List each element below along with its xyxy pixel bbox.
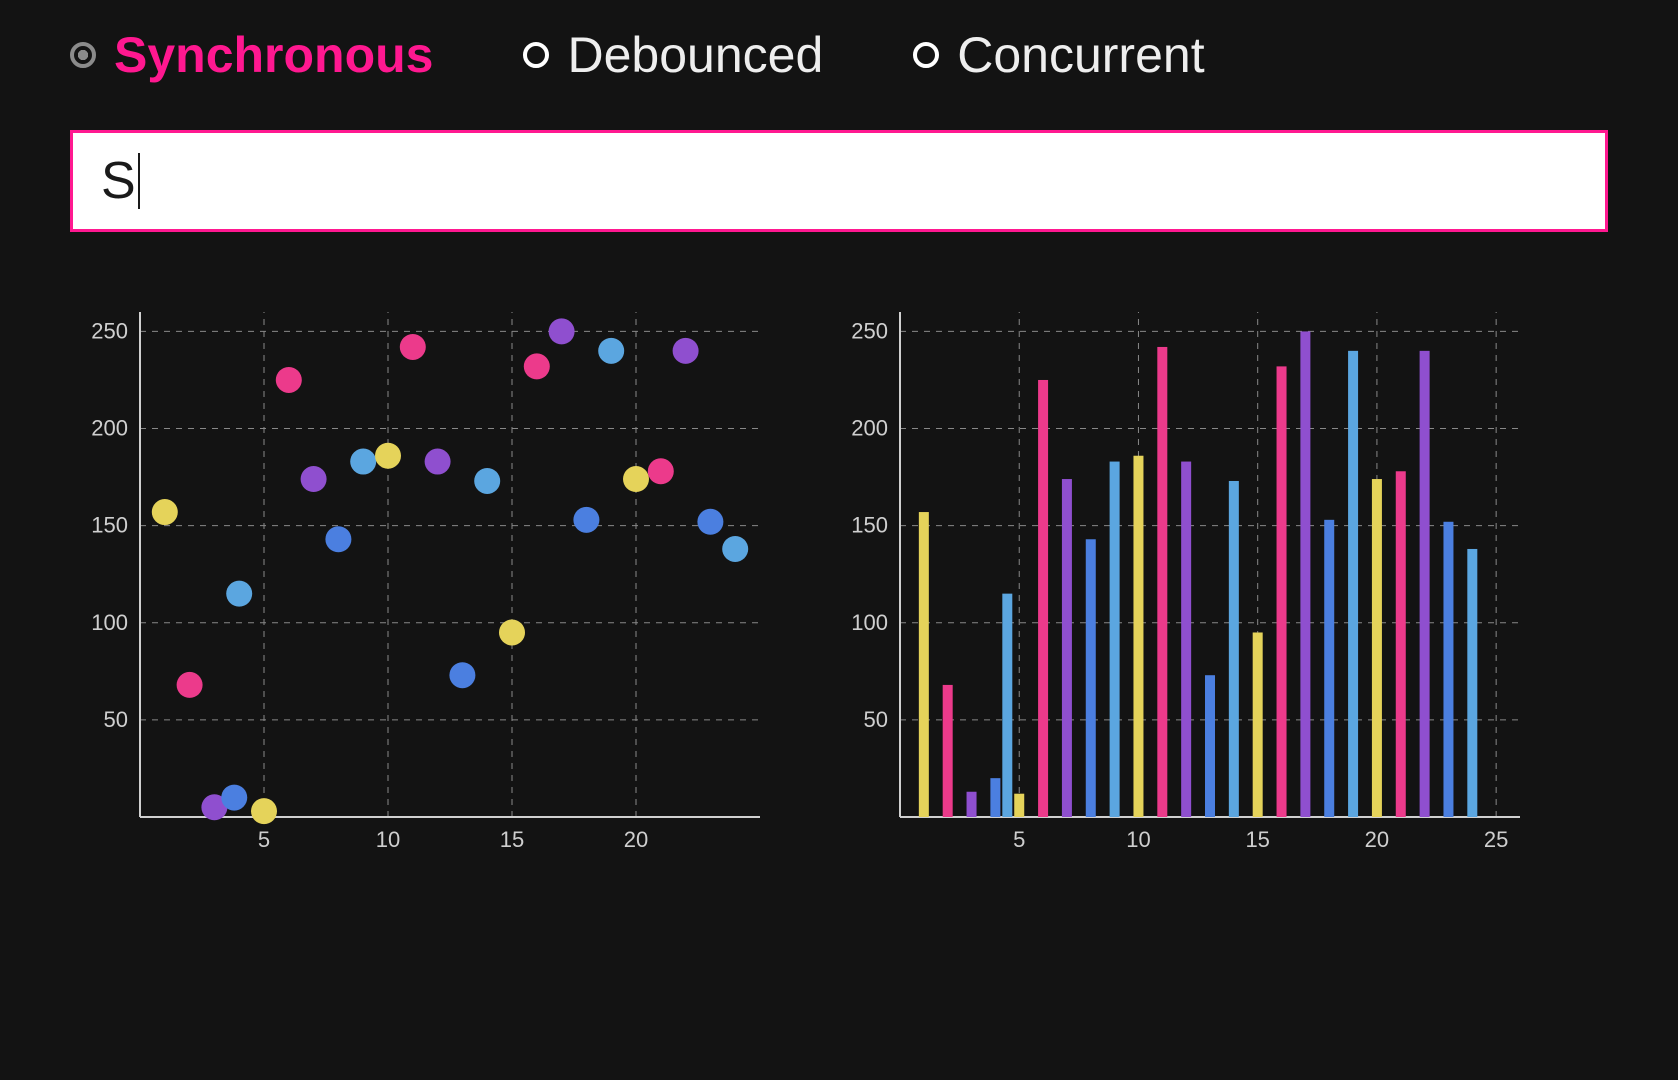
scatter-point xyxy=(697,509,723,535)
svg-text:15: 15 xyxy=(500,827,524,852)
scatter-point xyxy=(499,619,525,645)
bar-chart: 50 100 150 200 250 5 10 15 20 25 xyxy=(830,302,1530,862)
scatter-point xyxy=(449,662,475,688)
svg-text:20: 20 xyxy=(1365,827,1389,852)
bar xyxy=(1348,351,1358,817)
mode-debounced[interactable]: Debounced xyxy=(523,30,823,80)
bar xyxy=(1443,522,1453,817)
svg-text:5: 5 xyxy=(258,827,270,852)
scatter-point xyxy=(648,458,674,484)
bar xyxy=(1467,549,1477,817)
bar xyxy=(990,778,1000,817)
text-caret-icon xyxy=(138,153,140,209)
bar xyxy=(967,792,977,817)
bar xyxy=(1157,347,1167,817)
scatter-chart: 50 100 150 200 250 5 10 15 20 xyxy=(70,302,770,862)
svg-text:100: 100 xyxy=(91,610,128,635)
scatter-point xyxy=(549,318,575,344)
text-input[interactable]: S xyxy=(70,130,1608,232)
bar xyxy=(1110,462,1120,817)
scatter-point xyxy=(524,353,550,379)
bar xyxy=(1324,520,1334,817)
scatter-point xyxy=(573,507,599,533)
mode-concurrent[interactable]: Concurrent xyxy=(913,30,1204,80)
bar xyxy=(1420,351,1430,817)
radio-icon xyxy=(70,42,96,68)
svg-text:250: 250 xyxy=(91,318,128,343)
radio-icon xyxy=(523,42,549,68)
bar xyxy=(919,512,929,817)
input-value: S xyxy=(101,151,136,211)
scatter-point xyxy=(673,338,699,364)
scatter-point xyxy=(474,468,500,494)
scatter-point xyxy=(221,785,247,811)
scatter-point xyxy=(276,367,302,393)
mode-label: Debounced xyxy=(567,30,823,80)
svg-text:150: 150 xyxy=(851,513,888,538)
bar xyxy=(1038,380,1048,817)
scatter-point xyxy=(177,672,203,698)
scatter-point xyxy=(598,338,624,364)
scatter-point xyxy=(251,798,277,824)
svg-text:150: 150 xyxy=(91,513,128,538)
scatter-point xyxy=(350,449,376,475)
svg-text:250: 250 xyxy=(851,318,888,343)
scatter-point xyxy=(152,499,178,525)
svg-text:10: 10 xyxy=(376,827,400,852)
bar xyxy=(1133,456,1143,817)
bar xyxy=(1002,594,1012,817)
scatter-point xyxy=(226,581,252,607)
bar xyxy=(1253,632,1263,817)
scatter-point xyxy=(325,526,351,552)
charts-row: 50 100 150 200 250 5 10 15 20 50 100 150 200 250 5 10 1… xyxy=(70,302,1608,862)
bar xyxy=(1062,479,1072,817)
bar xyxy=(1372,479,1382,817)
scatter-point xyxy=(375,443,401,469)
bar xyxy=(1205,675,1215,817)
bar xyxy=(1300,331,1310,817)
bar xyxy=(1181,462,1191,817)
svg-text:50: 50 xyxy=(104,707,128,732)
scatter-point xyxy=(722,536,748,562)
mode-radio-group: Synchronous Debounced Concurrent xyxy=(70,30,1608,80)
svg-text:10: 10 xyxy=(1126,827,1150,852)
svg-text:100: 100 xyxy=(851,610,888,635)
bar xyxy=(1086,539,1096,817)
svg-text:20: 20 xyxy=(624,827,648,852)
bar xyxy=(1229,481,1239,817)
svg-text:5: 5 xyxy=(1013,827,1025,852)
bar xyxy=(1014,794,1024,817)
scatter-point xyxy=(623,466,649,492)
svg-text:200: 200 xyxy=(91,416,128,441)
bar xyxy=(1396,471,1406,817)
scatter-point xyxy=(400,334,426,360)
svg-text:25: 25 xyxy=(1484,827,1508,852)
bar xyxy=(943,685,953,817)
scatter-point xyxy=(425,449,451,475)
radio-icon xyxy=(913,42,939,68)
svg-text:200: 200 xyxy=(851,416,888,441)
svg-text:15: 15 xyxy=(1245,827,1269,852)
mode-label: Concurrent xyxy=(957,30,1204,80)
svg-text:50: 50 xyxy=(864,707,888,732)
mode-synchronous[interactable]: Synchronous xyxy=(70,30,433,80)
mode-label: Synchronous xyxy=(114,30,433,80)
bar xyxy=(1277,366,1287,817)
scatter-point xyxy=(301,466,327,492)
